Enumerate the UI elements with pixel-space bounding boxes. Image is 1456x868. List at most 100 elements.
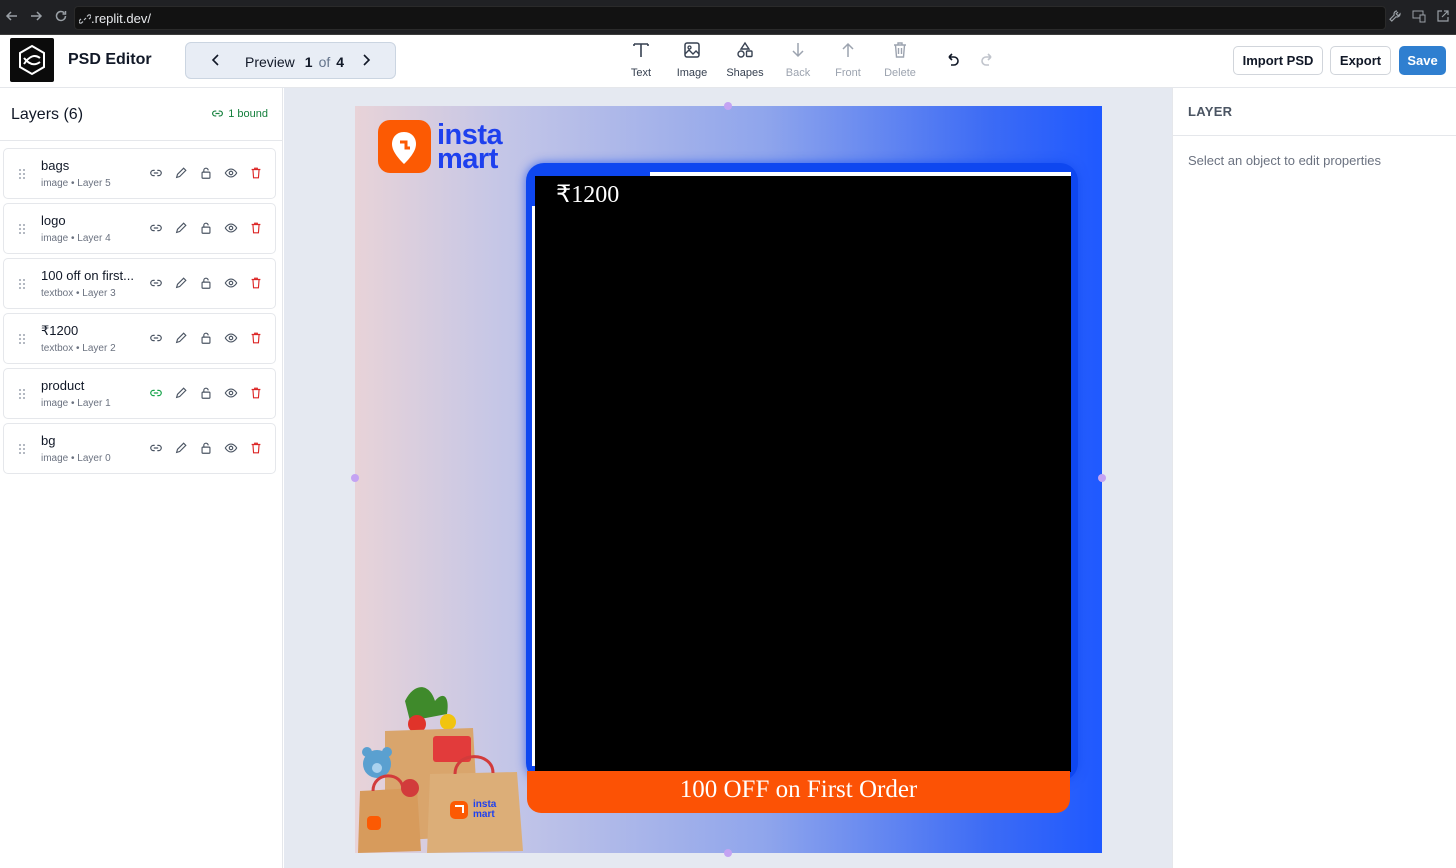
trash-icon[interactable] [249, 221, 265, 237]
lock-icon[interactable] [199, 221, 215, 237]
resize-handle[interactable] [724, 849, 732, 857]
send-back-button[interactable]: Back [773, 41, 823, 79]
bind-link-icon[interactable] [149, 276, 165, 292]
edit-pencil-icon[interactable] [174, 221, 190, 237]
trash-icon[interactable] [249, 386, 265, 402]
layer-item[interactable]: logo image • Layer 4 [3, 203, 276, 254]
layer-meta: image • Layer 4 [41, 233, 111, 244]
edit-pencil-icon[interactable] [174, 441, 190, 457]
link-icon [78, 12, 92, 24]
arrow-down-icon [792, 43, 804, 58]
back-arrow-icon[interactable] [4, 9, 20, 25]
bind-link-icon[interactable] [149, 221, 165, 237]
drag-handle-icon[interactable] [18, 442, 26, 456]
drag-handle-icon[interactable] [18, 277, 26, 291]
eye-icon[interactable] [224, 386, 240, 402]
shapes-tool-button[interactable]: Shapes [720, 41, 770, 79]
offer-textbox[interactable]: 100 OFF on First Order [527, 776, 1070, 804]
arrow-up-icon [842, 42, 854, 57]
image-icon [684, 42, 700, 58]
bags-layer[interactable]: insta mart [355, 676, 530, 853]
lock-icon[interactable] [199, 441, 215, 457]
image-tool-button[interactable]: Image [667, 41, 717, 79]
layer-list: bags image • Layer 5 logo image • Layer 4 10… [3, 148, 276, 478]
eye-icon[interactable] [224, 441, 240, 457]
devices-icon[interactable] [1412, 9, 1426, 23]
save-button[interactable]: Save [1399, 46, 1446, 75]
offer-banner[interactable]: 100 OFF on First Order [527, 771, 1070, 813]
forward-arrow-icon[interactable] [28, 9, 44, 25]
redo-icon[interactable] [980, 52, 996, 68]
drag-handle-icon[interactable] [18, 332, 26, 346]
layer-item[interactable]: product image • Layer 1 [3, 368, 276, 419]
divider [0, 140, 283, 141]
export-button[interactable]: Export [1330, 46, 1391, 75]
link-icon [212, 110, 224, 117]
brand-line-2: mart [437, 142, 498, 175]
trash-icon[interactable] [249, 166, 265, 182]
layers-title: Layers (6) [11, 106, 84, 123]
layer-item[interactable]: ₹1200 textbox • Layer 2 [3, 313, 276, 364]
layer-item[interactable]: 100 off on first... textbox • Layer 3 [3, 258, 276, 309]
open-external-icon[interactable] [1436, 9, 1450, 23]
artboard[interactable]: insta mart ₹1200 100 OFF on First Order [355, 106, 1102, 853]
edit-pencil-icon[interactable] [174, 166, 190, 182]
eye-icon[interactable] [224, 166, 240, 182]
bind-link-icon[interactable] [149, 441, 165, 457]
layer-name: bags [41, 158, 70, 173]
chevron-left-icon[interactable] [208, 52, 224, 68]
layer-name: product [41, 378, 85, 393]
preview-current: 1 [304, 54, 313, 70]
import-psd-button[interactable]: Import PSD [1233, 46, 1323, 75]
layer-name: 100 off on first... [41, 268, 134, 283]
trash-icon[interactable] [249, 276, 265, 292]
resize-handle[interactable] [351, 474, 359, 482]
undo-icon[interactable] [944, 52, 960, 68]
delete-tool-button[interactable]: Delete [875, 41, 925, 79]
lock-icon[interactable] [199, 331, 215, 347]
bound-count: 1 bound [228, 107, 268, 120]
lock-icon[interactable] [199, 386, 215, 402]
bind-link-icon[interactable] [149, 331, 165, 347]
layer-meta: textbox • Layer 2 [41, 343, 116, 354]
properties-panel: LAYER Select an object to edit propertie… [1172, 88, 1456, 868]
lock-icon[interactable] [199, 276, 215, 292]
price-textbox[interactable]: ₹1200 [556, 180, 619, 209]
bring-front-button[interactable]: Front [823, 41, 873, 79]
drag-handle-icon[interactable] [18, 222, 26, 236]
resize-handle[interactable] [724, 102, 732, 110]
bag-brand-label: insta mart [473, 799, 497, 820]
shapes-icon [737, 41, 753, 58]
reload-icon[interactable] [53, 9, 69, 25]
wrench-icon[interactable] [1388, 9, 1402, 23]
layer-item[interactable]: bags image • Layer 5 [3, 148, 276, 199]
properties-title: LAYER [1188, 104, 1233, 119]
drag-handle-icon[interactable] [18, 167, 26, 181]
divider [1173, 135, 1456, 136]
canvas-area[interactable]: insta mart ₹1200 100 OFF on First Order [284, 88, 1172, 868]
edit-pencil-icon[interactable] [174, 386, 190, 402]
layer-item[interactable]: bg image • Layer 0 [3, 423, 276, 474]
preview-navigator: Preview 1 of 4 [185, 42, 396, 79]
edit-pencil-icon[interactable] [174, 331, 190, 347]
address-bar[interactable]: .replit.dev/ [74, 6, 1386, 30]
chevron-right-icon[interactable] [358, 52, 374, 68]
layer-meta: image • Layer 0 [41, 453, 111, 464]
trash-icon[interactable] [249, 331, 265, 347]
trash-icon[interactable] [249, 441, 265, 457]
eye-icon[interactable] [224, 331, 240, 347]
bind-link-icon[interactable] [149, 166, 165, 182]
eye-icon[interactable] [224, 276, 240, 292]
drag-handle-icon[interactable] [18, 387, 26, 401]
bind-link-icon[interactable] [149, 386, 165, 402]
eye-icon[interactable] [224, 221, 240, 237]
logo-layer[interactable]: insta mart [378, 120, 503, 175]
layer-meta: image • Layer 5 [41, 178, 111, 189]
lock-icon[interactable] [199, 166, 215, 182]
edit-pencil-icon[interactable] [174, 276, 190, 292]
resize-handle[interactable] [1098, 474, 1106, 482]
product-layer[interactable] [535, 176, 1071, 772]
app-title: PSD Editor [68, 51, 152, 68]
layer-meta: textbox • Layer 3 [41, 288, 116, 299]
text-tool-button[interactable]: Text [616, 41, 666, 79]
